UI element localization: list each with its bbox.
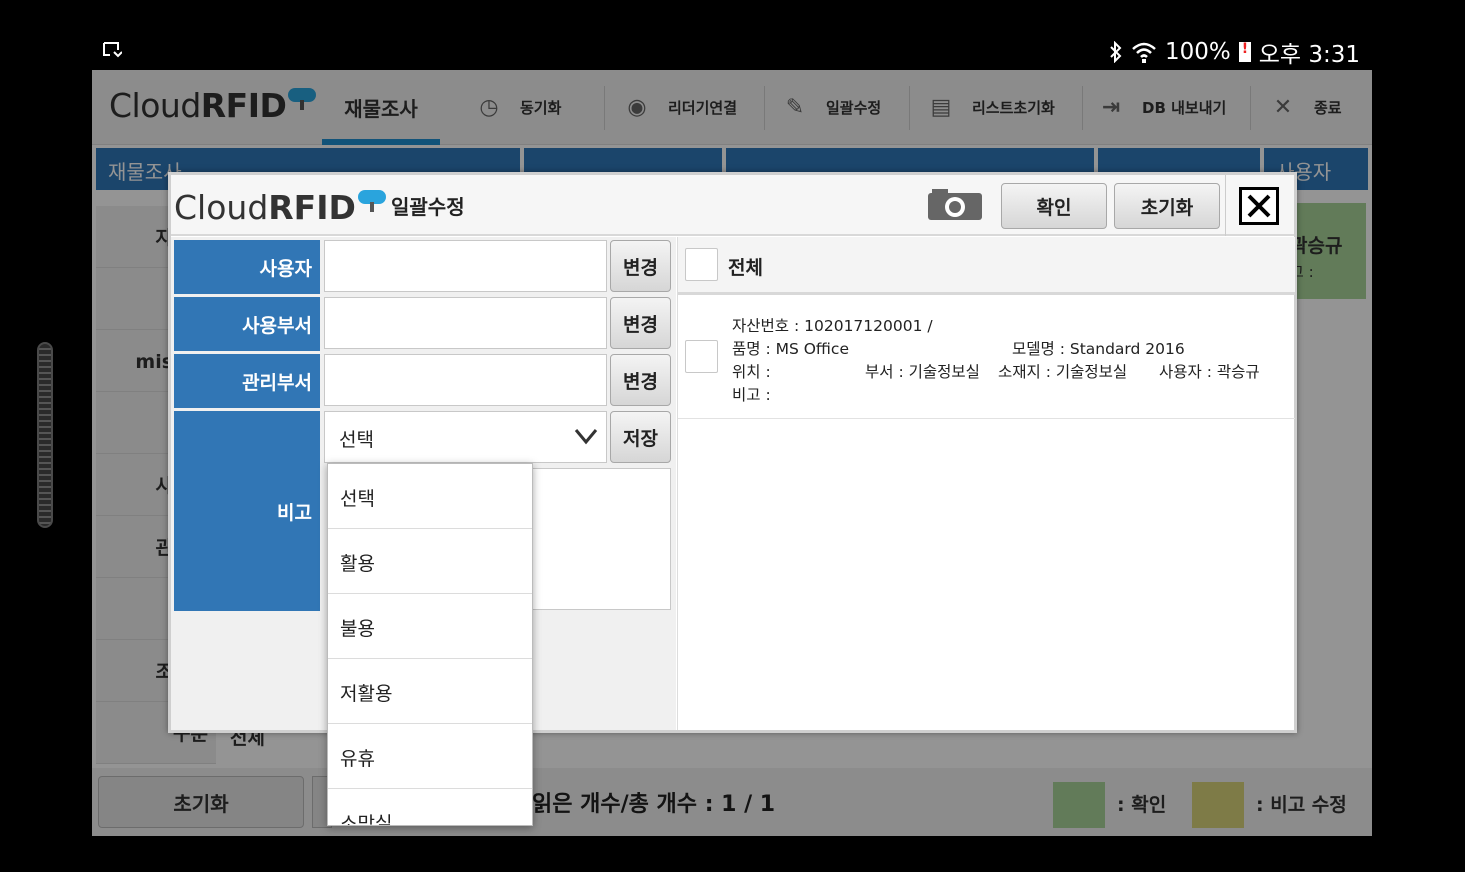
dropdown-option[interactable]: 저활용 (328, 659, 532, 724)
item-name: 품명 : MS Office (732, 340, 849, 358)
user-label: 사용자 (174, 240, 320, 294)
dialog-logo: CloudRFID (174, 188, 386, 227)
wifi-icon (1132, 42, 1156, 63)
user-field[interactable] (324, 240, 607, 292)
mgmt-dept-label: 관리부서 (174, 354, 320, 408)
dropdown-option[interactable]: 유휴 (328, 724, 532, 789)
dialog-close-button[interactable] (1239, 187, 1279, 225)
battery-icon (1238, 41, 1251, 62)
item-user: 사용자 : 곽승규 (1159, 363, 1260, 381)
item-model: 모델명 : Standard 2016 (1012, 340, 1185, 358)
memo-save-button[interactable]: 저장 (610, 411, 671, 463)
list-item[interactable]: 자산번호 : 102017120001 / 품명 : MS Office 모델명… (678, 298, 1295, 419)
dropdown-option[interactable]: 불용 (328, 594, 532, 659)
cloud-icon (357, 188, 386, 212)
dropdown-option[interactable]: 활용 (328, 529, 532, 594)
item-checkbox[interactable] (685, 340, 718, 373)
mgmt-dept-field[interactable] (324, 354, 607, 406)
screen: 100% 오후 3:31 CloudRFID 재물조사 ◷ 동기화 ◉ 리더기연… (92, 33, 1372, 836)
battery-percent: 100% (1164, 39, 1231, 65)
confirm-button[interactable]: 확인 (1001, 183, 1107, 229)
chevron-down-icon (574, 429, 598, 445)
camera-icon[interactable] (926, 187, 984, 221)
dropdown-option[interactable]: 소망실 (328, 789, 532, 825)
memo-textarea[interactable] (531, 468, 671, 610)
memo-dropdown-list: 선택 활용 불용 저활용 유휴 소망실 (327, 463, 533, 826)
item-note: 비고 : (732, 386, 771, 404)
user-dept-change-button[interactable]: 변경 (610, 297, 671, 349)
reset-button[interactable]: 초기화 (1114, 183, 1220, 229)
select-all-label: 전체 (728, 257, 763, 279)
user-dept-label: 사용부서 (174, 297, 320, 351)
close-icon (1247, 194, 1271, 218)
list-header: 전체 (678, 237, 1295, 295)
mgmt-dept-change-button[interactable]: 변경 (610, 354, 671, 406)
user-dept-field[interactable] (324, 297, 607, 349)
dropdown-option[interactable]: 선택 (328, 464, 532, 529)
memo-select[interactable]: 선택 (324, 411, 607, 463)
dialog-header: CloudRFID 일괄수정 확인 초기화 (171, 175, 1294, 236)
item-asset-no: 자산번호 : 102017120001 / (732, 317, 933, 335)
speaker-grille (37, 342, 53, 528)
item-location: 위치 : (732, 363, 771, 381)
asset-list-pane: 전체 자산번호 : 102017120001 / 품명 : MS Office … (677, 237, 1295, 730)
dialog-title: 일괄수정 (391, 195, 465, 219)
tablet-frame: 100% 오후 3:31 CloudRFID 재물조사 ◷ 동기화 ◉ 리더기연… (0, 0, 1465, 872)
select-all-checkbox[interactable] (685, 248, 718, 281)
screen-rotate-icon (103, 42, 122, 58)
item-site: 소재지 : 기술정보실 (998, 363, 1128, 381)
user-change-button[interactable]: 변경 (610, 240, 671, 292)
memo-label: 비고 (174, 411, 320, 611)
bluetooth-icon (1110, 41, 1122, 63)
item-dept: 부서 : 기술정보실 (865, 363, 980, 381)
clock: 오후 3:31 (1258, 42, 1360, 68)
status-bar: 100% 오후 3:31 (92, 33, 1372, 70)
